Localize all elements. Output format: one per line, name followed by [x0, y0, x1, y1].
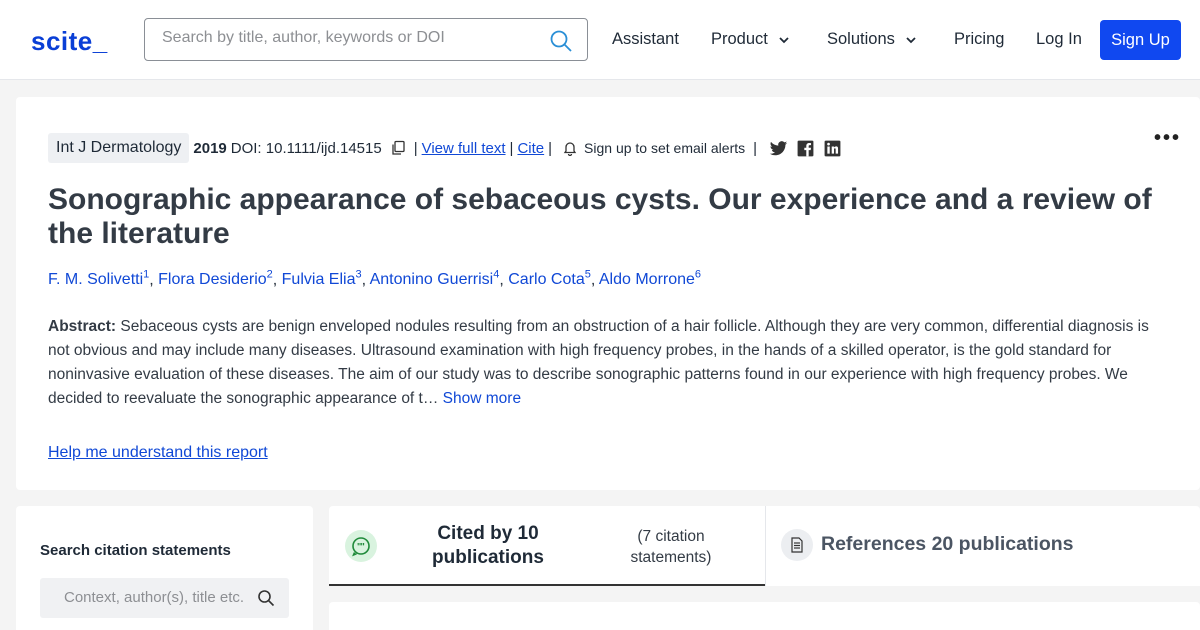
citation-search-title: Search citation statements: [40, 542, 231, 559]
more-options-icon[interactable]: •••: [1154, 127, 1181, 150]
email-alerts-link[interactable]: Sign up to set email alerts: [584, 140, 745, 156]
author-list: F. M. Solivetti1, Flora Desiderio2, Fulv…: [48, 269, 702, 289]
references-label: References 20 publications: [821, 533, 1074, 555]
tab-divider: [765, 506, 766, 586]
paper-title: Sonographic appearance of sebaceous cyst…: [48, 183, 1152, 250]
nav-login-label: Log In: [1036, 30, 1082, 48]
nav-assistant-label: Assistant: [612, 30, 679, 48]
bell-icon[interactable]: [562, 140, 578, 156]
citation-search-box[interactable]: [40, 578, 289, 618]
show-more-link[interactable]: Show more: [443, 390, 521, 407]
tab-references[interactable]: References 20 publications: [781, 506, 1200, 586]
abstract-text: Sebaceous cysts are benign enveloped nod…: [48, 318, 1149, 407]
nav-product[interactable]: Product: [711, 30, 790, 49]
citation-tabs: " " Cited by 10 publications (7 citation…: [329, 506, 1200, 586]
search-icon[interactable]: [257, 589, 275, 607]
signup-button[interactable]: Sign Up: [1100, 20, 1181, 60]
citation-search-panel: Search citation statements: [16, 506, 313, 630]
search-icon[interactable]: [549, 29, 573, 53]
citation-search-input[interactable]: [64, 589, 259, 606]
nav-product-label: Product: [711, 30, 768, 48]
copy-icon[interactable]: [390, 140, 406, 156]
author-link[interactable]: Carlo Cota5: [508, 269, 591, 288]
author-link[interactable]: Fulvia Elia3: [282, 269, 362, 288]
paper-meta: Int J Dermatology 2019 DOI: 10.1111/ijd.…: [48, 133, 842, 163]
facebook-icon[interactable]: [796, 139, 815, 158]
author-link[interactable]: Antonino Guerrisi4: [370, 269, 500, 288]
nav-solutions[interactable]: Solutions: [827, 30, 917, 49]
quote-bubble-icon: " ": [345, 530, 377, 562]
abstract-label: Abstract:: [48, 318, 117, 335]
author-link[interactable]: Flora Desiderio2: [158, 269, 273, 288]
paper-year: 2019: [193, 139, 227, 157]
author-link[interactable]: F. M. Solivetti1: [48, 269, 149, 288]
separator: |: [548, 139, 553, 157]
view-full-text-link[interactable]: View full text: [422, 140, 506, 157]
nav-assistant[interactable]: Assistant: [612, 30, 679, 49]
citation-list-card: [329, 602, 1200, 630]
separator: |: [509, 139, 514, 157]
linkedin-icon[interactable]: [823, 139, 842, 158]
scite-logo[interactable]: scite_: [31, 26, 108, 57]
document-icon: [781, 529, 813, 561]
citation-statements-count: (7 citation statements): [630, 528, 712, 566]
journal-badge[interactable]: Int J Dermatology: [48, 133, 190, 163]
search-box[interactable]: [144, 18, 588, 61]
chevron-down-icon: [906, 36, 916, 43]
paper-card: Int J Dermatology 2019 DOI: 10.1111/ijd.…: [16, 97, 1200, 490]
cited-by-label: Cited by 10 publications: [432, 523, 544, 568]
nav-login[interactable]: Log In: [1036, 30, 1082, 49]
search-input[interactable]: [162, 29, 542, 47]
cite-link[interactable]: Cite: [517, 140, 544, 157]
help-understand-link[interactable]: Help me understand this report: [48, 444, 268, 462]
nav-pricing[interactable]: Pricing: [954, 30, 1004, 49]
chevron-down-icon: [779, 36, 789, 43]
tab-cited-by[interactable]: " " Cited by 10 publications (7 citation…: [329, 506, 765, 586]
nav-solutions-label: Solutions: [827, 30, 895, 48]
svg-text:": ": [361, 542, 365, 552]
author-link[interactable]: Aldo Morrone6: [599, 269, 701, 288]
abstract: Abstract: Sebaceous cysts are benign env…: [48, 315, 1173, 411]
separator: |: [753, 139, 758, 157]
twitter-icon[interactable]: [769, 139, 788, 158]
separator: |: [413, 139, 418, 157]
top-header: scite_ Assistant Product Solutions Prici…: [0, 0, 1200, 80]
nav-pricing-label: Pricing: [954, 30, 1005, 48]
paper-doi: DOI: 10.1111/ijd.14515: [230, 139, 382, 157]
